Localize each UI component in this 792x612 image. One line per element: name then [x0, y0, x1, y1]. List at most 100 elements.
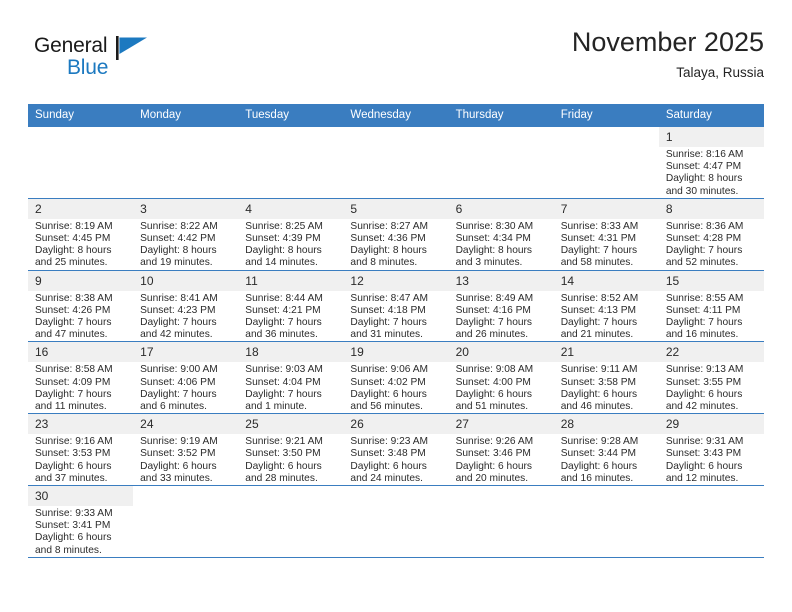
calendar-cell-empty	[448, 485, 554, 558]
day-sunrise-text: Sunrise: 9:00 AM	[140, 364, 218, 376]
day-sunset-text: Sunset: 4:36 PM	[350, 233, 426, 245]
day-number: 16	[28, 342, 134, 363]
calendar-day-cell[interactable]: 26 Sunrise: 9:23 AM Sunset: 3:48 PM Dayligh…	[343, 413, 449, 486]
calendar-week-row: 1 Sunrise: 8:16 AM Sunset: 4:47 PM Daylight…	[28, 126, 764, 199]
day-daylight2-text: and 26 minutes.	[455, 329, 529, 341]
calendar-day-cell[interactable]: 30 Sunrise: 9:33 AM Sunset: 3:41 PM Dayligh…	[28, 485, 134, 558]
day-sunset-text: Sunset: 4:31 PM	[560, 233, 637, 245]
day-number: 6	[448, 198, 554, 219]
calendar-week-row: 30 Sunrise: 9:33 AM Sunset: 3:41 PM Dayligh…	[28, 485, 764, 558]
day-number: 30	[28, 486, 134, 507]
calendar-header-row: Sunday Monday Tuesday Wednesday Thursday Frid…	[28, 104, 764, 127]
calendar-day-cell[interactable]: 1 Sunrise: 8:16 AM Sunset: 4:47 PM Daylight…	[658, 126, 764, 199]
calendar-week-row: 2 Sunrise: 8:19 AM Sunset: 4:45 PM Daylight…	[28, 197, 764, 271]
day-details: Sunrise: 9:11 AM Sunset: 3:58 PM Daylight:…	[554, 362, 659, 413]
page-location: Talaya, Russia	[676, 65, 764, 80]
day-sunrise-text: Sunrise: 8:47 AM	[350, 292, 429, 304]
day-daylight1-text: Daylight: 6 hours	[455, 388, 533, 400]
day-details: Sunrise: 9:28 AM Sunset: 3:44 PM Daylight:…	[554, 434, 659, 485]
day-sunrise-text: Sunrise: 8:30 AM	[455, 220, 534, 232]
calendar-cell-empty	[133, 126, 239, 199]
calendar-day-cell[interactable]: 7 Sunrise: 8:33 AM Sunset: 4:31 PM Daylight…	[553, 197, 659, 271]
calendar-day-cell[interactable]: 13 Sunrise: 8:49 AM Sunset: 4:16 PM Dayligh…	[448, 269, 554, 342]
day-number: 23	[28, 414, 134, 435]
day-number: 13	[448, 270, 554, 291]
day-daylight2-text: and 8 minutes.	[350, 257, 418, 269]
calendar-day-cell[interactable]: 9 Sunrise: 8:38 AM Sunset: 4:26 PM Daylight…	[28, 269, 134, 342]
calendar-day-cell[interactable]: 8 Sunrise: 8:36 AM Sunset: 4:28 PM Daylight…	[658, 197, 764, 271]
calendar-day-cell[interactable]: 17 Sunrise: 9:00 AM Sunset: 4:06 PM Dayligh…	[133, 341, 239, 414]
day-sunset-text: Sunset: 3:46 PM	[455, 448, 531, 460]
day-daylight2-text: and 28 minutes.	[245, 472, 318, 484]
day-sunset-text: Sunset: 4:09 PM	[35, 376, 111, 388]
day-daylight2-text: and 46 minutes.	[560, 401, 634, 413]
day-details: Sunrise: 9:08 AM Sunset: 4:00 PM Daylight:…	[449, 362, 554, 413]
day-sunrise-text: Sunrise: 9:19 AM	[140, 436, 218, 448]
day-sunrise-text: Sunrise: 8:19 AM	[35, 220, 113, 232]
day-number: 24	[133, 414, 239, 435]
day-details: Sunrise: 9:13 AM Sunset: 3:55 PM Daylight:…	[659, 362, 764, 413]
day-details: Sunrise: 8:38 AM Sunset: 4:26 PM Daylight:…	[28, 291, 133, 342]
calendar-day-cell[interactable]: 3 Sunrise: 8:22 AM Sunset: 4:42 PM Daylight…	[133, 197, 239, 271]
day-sunrise-text: Sunrise: 8:55 AM	[665, 292, 744, 304]
day-sunset-text: Sunset: 3:52 PM	[140, 448, 216, 460]
day-sunrise-text: Sunrise: 8:38 AM	[35, 292, 113, 304]
calendar-day-cell[interactable]: 14 Sunrise: 8:52 AM Sunset: 4:13 PM Dayligh…	[553, 269, 659, 342]
day-daylight1-text: Daylight: 7 hours	[35, 388, 112, 400]
calendar-day-cell[interactable]: 5 Sunrise: 8:27 AM Sunset: 4:36 PM Daylight…	[343, 197, 449, 271]
calendar-day-cell[interactable]: 21 Sunrise: 9:11 AM Sunset: 3:58 PM Dayligh…	[553, 341, 659, 414]
day-number: 12	[343, 270, 449, 291]
calendar-day-cell[interactable]: 27 Sunrise: 9:26 AM Sunset: 3:46 PM Dayligh…	[448, 413, 554, 486]
calendar-day-cell[interactable]: 20 Sunrise: 9:08 AM Sunset: 4:00 PM Dayligh…	[448, 341, 554, 414]
weekday-header-thursday: Thursday	[448, 104, 554, 127]
day-daylight1-text: Daylight: 7 hours	[665, 317, 743, 329]
day-sunrise-text: Sunrise: 9:06 AM	[350, 364, 429, 376]
calendar-day-cell[interactable]: 12 Sunrise: 8:47 AM Sunset: 4:18 PM Dayligh…	[343, 269, 449, 342]
calendar-day-cell[interactable]: 23 Sunrise: 9:16 AM Sunset: 3:53 PM Dayligh…	[28, 413, 134, 486]
day-daylight2-text: and 37 minutes.	[35, 472, 108, 484]
calendar-day-cell[interactable]: 2 Sunrise: 8:19 AM Sunset: 4:45 PM Daylight…	[28, 197, 134, 271]
calendar-day-cell[interactable]: 6 Sunrise: 8:30 AM Sunset: 4:34 PM Daylight…	[448, 197, 554, 271]
day-details: Sunrise: 9:33 AM Sunset: 3:41 PM Daylight:…	[28, 506, 133, 557]
day-details: Sunrise: 8:27 AM Sunset: 4:36 PM Daylight:…	[343, 219, 448, 270]
day-daylight2-text: and 33 minutes.	[140, 472, 213, 484]
day-number: 20	[448, 342, 554, 363]
day-number: 28	[553, 414, 659, 435]
day-sunrise-text: Sunrise: 9:33 AM	[35, 508, 113, 520]
calendar-day-cell[interactable]: 28 Sunrise: 9:28 AM Sunset: 3:44 PM Dayligh…	[553, 413, 659, 486]
calendar-day-cell[interactable]: 24 Sunrise: 9:19 AM Sunset: 3:52 PM Dayligh…	[133, 413, 239, 486]
day-sunrise-text: Sunrise: 8:25 AM	[245, 220, 323, 232]
day-daylight2-text: and 19 minutes.	[140, 257, 213, 269]
day-number: 5	[343, 198, 449, 219]
day-daylight1-text: Daylight: 6 hours	[140, 460, 217, 472]
day-daylight1-text: Daylight: 8 hours	[455, 245, 533, 257]
general-blue-logo[interactable]: General Blue	[34, 34, 214, 90]
calendar-day-cell[interactable]: 4 Sunrise: 8:25 AM Sunset: 4:39 PM Daylight…	[238, 197, 344, 271]
calendar-day-cell[interactable]: 18 Sunrise: 9:03 AM Sunset: 4:04 PM Dayligh…	[238, 341, 344, 414]
day-sunrise-text: Sunrise: 9:31 AM	[665, 436, 744, 448]
day-daylight1-text: Daylight: 8 hours	[245, 245, 322, 257]
logo-text-general: General	[34, 34, 108, 57]
day-sunrise-text: Sunrise: 8:16 AM	[665, 149, 744, 160]
calendar-day-cell[interactable]: 22 Sunrise: 9:13 AM Sunset: 3:55 PM Dayligh…	[658, 341, 764, 414]
calendar-day-cell[interactable]: 29 Sunrise: 9:31 AM Sunset: 3:43 PM Dayligh…	[658, 413, 764, 486]
day-details: Sunrise: 8:52 AM Sunset: 4:13 PM Daylight:…	[554, 291, 659, 342]
day-number: 25	[238, 414, 344, 435]
day-daylight2-text: and 24 minutes.	[350, 472, 423, 484]
calendar-day-cell[interactable]: 25 Sunrise: 9:21 AM Sunset: 3:50 PM Dayligh…	[238, 413, 344, 486]
day-daylight2-text: and 11 minutes.	[35, 401, 107, 413]
weekday-header-tuesday: Tuesday	[238, 104, 344, 127]
day-number: 9	[28, 270, 134, 291]
calendar-day-cell[interactable]: 16 Sunrise: 8:58 AM Sunset: 4:09 PM Dayligh…	[28, 341, 134, 414]
calendar-day-cell[interactable]: 11 Sunrise: 8:44 AM Sunset: 4:21 PM Dayligh…	[238, 269, 344, 342]
day-number: 22	[658, 342, 764, 363]
weekday-header-saturday: Saturday	[658, 104, 764, 127]
day-daylight2-text: and 52 minutes.	[665, 257, 739, 269]
calendar-day-cell[interactable]: 19 Sunrise: 9:06 AM Sunset: 4:02 PM Dayligh…	[343, 341, 449, 414]
day-details: Sunrise: 8:25 AM Sunset: 4:39 PM Daylight:…	[238, 219, 343, 270]
calendar-day-cell[interactable]: 10 Sunrise: 8:41 AM Sunset: 4:23 PM Dayligh…	[133, 269, 239, 342]
day-sunset-text: Sunset: 4:18 PM	[350, 304, 426, 316]
calendar-day-cell[interactable]: 15 Sunrise: 8:55 AM Sunset: 4:11 PM Dayligh…	[658, 269, 764, 342]
day-sunrise-text: Sunrise: 8:33 AM	[560, 220, 639, 232]
day-daylight1-text: Daylight: 6 hours	[560, 460, 638, 472]
